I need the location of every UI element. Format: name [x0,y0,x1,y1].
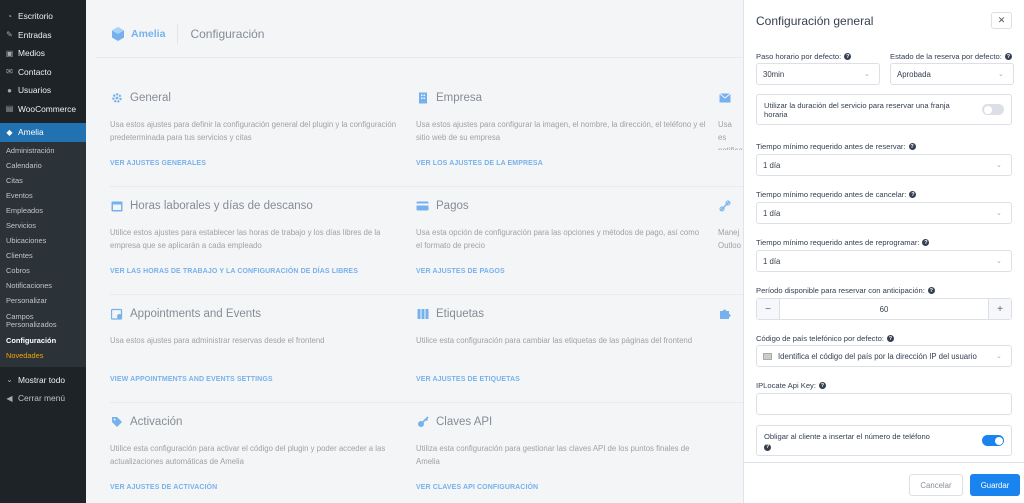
close-button[interactable]: ✕ [991,12,1012,29]
submenu-ubicaciones[interactable]: Ubicaciones [0,234,86,249]
advance-period-stepper: − 60 + [756,298,1012,320]
submenu-citas[interactable]: Citas [0,174,86,189]
menu-usuarios[interactable]: ● Usuarios [0,81,86,100]
service-duration-label: Utilizar la duración del servicio para r… [764,101,950,119]
general-settings-dialog: Configuración general ✕ Paso horario por… [743,0,1024,503]
users-icon: ● [7,85,12,95]
phone-required-toggle[interactable] [982,435,1004,446]
iplocate-key-input[interactable] [756,393,1012,415]
help-icon[interactable]: ? [927,287,935,294]
dialog-footer: Cancelar Guardar [744,462,1024,503]
submenu-configuracion[interactable]: Configuración [0,334,86,349]
help-icon[interactable]: ? [908,143,916,150]
time-step-label: Paso horario por defecto:? [756,52,852,61]
service-duration-toggle[interactable] [982,104,1004,115]
help-icon[interactable]: ? [1004,53,1012,60]
collapse-icon: ◀ [6,393,13,403]
phone-required-label: Obligar al cliente a insertar el número … [764,432,930,451]
submenu-eventos[interactable]: Eventos [0,189,86,204]
country-code-label: Código de país telefónico por defecto:? [756,334,894,343]
submenu-clientes[interactable]: Clientes [0,249,86,264]
min-before-cancel-select[interactable]: 1 día ⌄ [756,202,1012,224]
advance-period-value[interactable]: 60 [779,299,989,319]
cancel-button[interactable]: Cancelar [909,474,963,496]
menu-amelia[interactable]: ◆ Amelia [0,123,86,142]
media-icon: ▣ [5,48,14,58]
modal-backdrop[interactable] [86,0,756,503]
help-icon[interactable]: ? [922,239,930,246]
submenu-campos-personalizados[interactable]: Campos Personalizados [0,309,86,334]
amelia-icon: ◆ [6,127,13,137]
chevron-down-icon: ⌄ [998,71,1004,78]
menu-entradas[interactable]: ✎ Entradas [0,26,86,45]
chevron-down-icon: ⌄ [996,353,1002,360]
submenu-notificaciones[interactable]: Notificaciones [0,279,86,294]
submenu-empleados[interactable]: Empleados [0,204,86,219]
increment-button[interactable]: + [989,299,1011,319]
amelia-submenu: Administración Calendario Citas Eventos … [0,141,86,367]
woocommerce-icon: ▤ [5,104,14,114]
dashboard-icon: ◔ [7,11,12,21]
submenu-novedades[interactable]: Novedades [0,349,86,364]
menu-woocommerce[interactable]: ▤ WooCommerce [0,100,86,119]
mail-icon: ✉ [6,67,13,77]
booking-status-select[interactable]: Aprobada ⌄ [890,63,1014,85]
save-button[interactable]: Guardar [970,474,1020,496]
submenu-personalizar[interactable]: Personalizar [0,294,86,309]
menu-escritorio[interactable]: ◔ Escritorio [0,7,86,26]
advance-period-label: Período disponible para reservar con ant… [756,286,935,295]
submenu-administracion[interactable]: Administración [0,144,86,159]
chevron-down-icon: ⌄ [996,258,1002,265]
chevron-down-icon: ⌄ [996,210,1002,217]
min-before-reschedule-label: Tiempo mínimo requerido antes de reprogr… [756,238,930,247]
flag-icon [763,352,772,360]
help-icon[interactable]: ? [818,382,826,389]
time-step-select[interactable]: 30min ⌄ [756,63,880,85]
decrement-button[interactable]: − [757,299,779,319]
min-before-reschedule-select[interactable]: 1 día ⌄ [756,250,1012,272]
country-code-select[interactable]: Identifica el código del país por la dir… [756,345,1012,367]
booking-status-label: Estado de la reserva por defecto:? [890,52,1012,61]
menu-contacto[interactable]: ✉ Contacto [0,63,86,82]
chevron-down-icon: ⌄ [864,71,870,78]
help-icon[interactable]: ? [764,444,771,451]
min-before-cancel-label: Tiempo mínimo requerido antes de cancela… [756,190,917,199]
submenu-cobros[interactable]: Cobros [0,264,86,279]
menu-collapse[interactable]: ◀ Cerrar menú [0,389,86,408]
menu-mostrar-todo[interactable]: ⌄ Mostrar todo [0,371,86,390]
help-icon[interactable]: ? [844,53,852,60]
close-icon: ✕ [997,15,1006,25]
min-before-booking-select[interactable]: 1 día ⌄ [756,154,1012,176]
wp-admin-sidebar: ◔ Escritorio ✎ Entradas ▣ Medios ✉ Contacto … [0,0,86,503]
menu-medios[interactable]: ▣ Medios [0,44,86,63]
submenu-calendario[interactable]: Calendario [0,159,86,174]
iplocate-key-label: IPLocate Api Key:? [756,381,826,390]
submenu-servicios[interactable]: Servicios [0,219,86,234]
dialog-title: Configuración general [756,14,874,28]
min-before-booking-label: Tiempo mínimo requerido antes de reserva… [756,142,916,151]
chevron-down-icon: ⌄ [6,375,13,385]
chevron-down-icon: ⌄ [996,162,1002,169]
help-icon[interactable]: ? [886,335,894,342]
help-icon[interactable]: ? [909,191,917,198]
pin-icon: ✎ [6,30,13,40]
